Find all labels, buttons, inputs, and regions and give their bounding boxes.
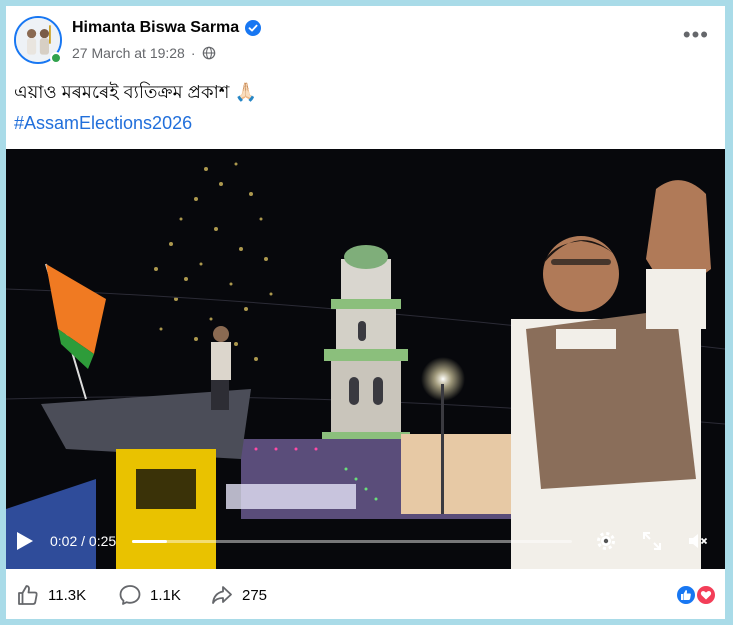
post-card: Himanta Biswa Sarma 27 March at 19:28 · … bbox=[6, 6, 725, 619]
play-icon[interactable] bbox=[16, 531, 34, 551]
more-options-icon[interactable]: ••• bbox=[683, 24, 709, 46]
comment-button[interactable]: 1.1K bbox=[118, 583, 181, 607]
fullscreen-icon[interactable] bbox=[640, 529, 664, 553]
video-player[interactable]: 0:02 / 0:25 bbox=[6, 149, 725, 569]
reaction-summary[interactable] bbox=[675, 584, 719, 606]
hashtag-link[interactable]: #AssamElections2026 bbox=[14, 113, 192, 134]
like-count: 11.3K bbox=[48, 586, 87, 604]
like-reaction-icon bbox=[675, 584, 697, 606]
post-header: Himanta Biswa Sarma 27 March at 19:28 · … bbox=[6, 6, 725, 72]
thumbs-up-icon bbox=[18, 585, 38, 605]
comment-bubble-icon bbox=[119, 585, 141, 605]
share-count: 275 bbox=[242, 586, 268, 604]
comment-count: 1.1K bbox=[150, 586, 181, 604]
volume-muted-icon[interactable] bbox=[686, 529, 710, 553]
gear-icon[interactable] bbox=[594, 529, 618, 553]
post-timestamp[interactable]: 27 March at 19:28 bbox=[72, 45, 185, 61]
globe-icon[interactable] bbox=[202, 46, 216, 60]
video-progress-bar[interactable] bbox=[132, 540, 572, 543]
video-progress-fill bbox=[132, 540, 168, 543]
love-reaction-icon bbox=[695, 584, 717, 606]
post-actions: 11.3K 1.1K 275 bbox=[6, 569, 725, 619]
video-controls: 0:02 / 0:25 bbox=[6, 521, 725, 561]
share-button[interactable]: 275 bbox=[210, 583, 267, 607]
video-frame bbox=[6, 149, 725, 569]
video-time: 0:02 / 0:25 bbox=[50, 533, 117, 549]
post-text: এয়াও মৰমৰেই ব্যতিক্ৰম প্ৰকাশ 🙏🏻 bbox=[14, 82, 257, 102]
online-status-dot bbox=[50, 52, 62, 64]
verified-badge-icon bbox=[245, 20, 262, 36]
author-name[interactable]: Himanta Biswa Sarma bbox=[72, 19, 239, 37]
like-button[interactable]: 11.3K bbox=[16, 583, 86, 607]
share-arrow-icon bbox=[212, 586, 232, 604]
